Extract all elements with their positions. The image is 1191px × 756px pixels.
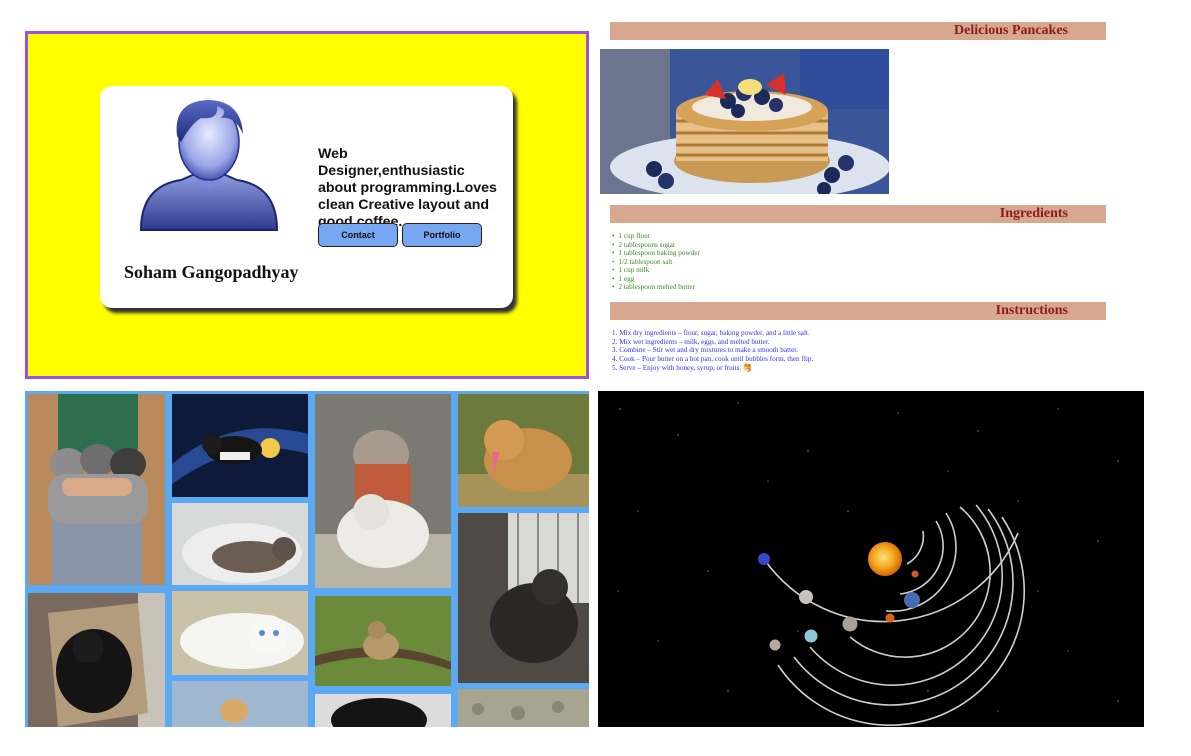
- portfolio-button[interactable]: Portfolio: [402, 223, 482, 247]
- cat-sink-photo: [172, 503, 308, 585]
- profile-bio: Web Designer,enthusiastic about programm…: [318, 146, 497, 230]
- contact-button[interactable]: Contact: [318, 223, 398, 247]
- instruction-step: 2. Mix wet ingredients – milk, eggs, and…: [612, 337, 770, 346]
- black-cat-box-photo: [28, 593, 165, 727]
- neptune-icon: [758, 553, 770, 565]
- instruction-step: 1. Mix dry ingredients – flour, sugar, b…: [612, 329, 810, 337]
- profile-name: Soham Gangopadhyay: [124, 262, 299, 282]
- animal-gallery-panel: [25, 391, 589, 727]
- cat-space-photo: [172, 394, 308, 497]
- recipe-title: Delicious Pancakes: [610, 22, 1106, 40]
- cats-sweater-photo: [315, 394, 451, 588]
- solar-system-panel: [598, 391, 1144, 727]
- profile-card-panel: Soham Gangopadhyay Web Designer,enthusia…: [25, 31, 589, 379]
- venus-icon: [769, 639, 781, 651]
- avatar-icon: [139, 100, 279, 231]
- instruction-step: 3. Combine – Stir wet and dry mixtures t…: [612, 346, 799, 355]
- instructions-heading: Instructions: [610, 302, 1106, 320]
- ingredients-list: 1 cup flour 2 tablespoons sugar 1 tables…: [612, 232, 700, 292]
- ingredient-item: 1/2 tablespoon salt: [612, 258, 700, 267]
- ingredient-item: 1 tablespoon baking powder: [612, 249, 700, 258]
- recipe-panel: Delicious Pancakes Ingredients 1 cup flo…: [596, 18, 1116, 380]
- ingredients-heading: Ingredients: [610, 205, 1106, 223]
- pancake-photo: [600, 49, 889, 194]
- cat-bottom-photo: [172, 681, 308, 727]
- dog-tongue-photo: [458, 394, 589, 507]
- uranus-icon: [804, 629, 818, 643]
- solar-system-scene: [598, 391, 1144, 727]
- instruction-step: 4. Cook – Pour butter on a hot pan, cook…: [612, 355, 814, 364]
- ingredient-item: 2 tablespoon melted butter: [612, 283, 700, 292]
- profile-card: Soham Gangopadhyay Web Designer,enthusia…: [100, 86, 513, 308]
- mars-icon: [885, 613, 895, 623]
- ingredient-item: 2 tablespoons sugar: [612, 241, 700, 250]
- instruction-step: 5. Serve – Enjoy with honey, syrup, or f…: [612, 363, 753, 372]
- sun-icon: [868, 542, 902, 576]
- ingredient-item: 1 egg: [612, 275, 700, 284]
- bengal-cat-photo: [315, 596, 451, 686]
- cat-rocks-photo: [458, 689, 589, 727]
- mercury-icon: [911, 570, 919, 578]
- ingredient-item: 1 cup milk: [612, 266, 700, 275]
- white-cat-photo: [172, 591, 308, 675]
- instructions-list: 1. Mix dry ingredients – flour, sugar, b…: [612, 329, 813, 373]
- dog-bottom-photo: [315, 694, 451, 727]
- saturn-icon: [842, 616, 858, 632]
- dog-window-photo: [458, 513, 589, 683]
- jupiter-icon: [799, 590, 813, 604]
- kittens-held-photo: [28, 394, 165, 585]
- ingredient-item: 1 cup flour: [612, 232, 700, 241]
- earth-icon: [904, 592, 920, 608]
